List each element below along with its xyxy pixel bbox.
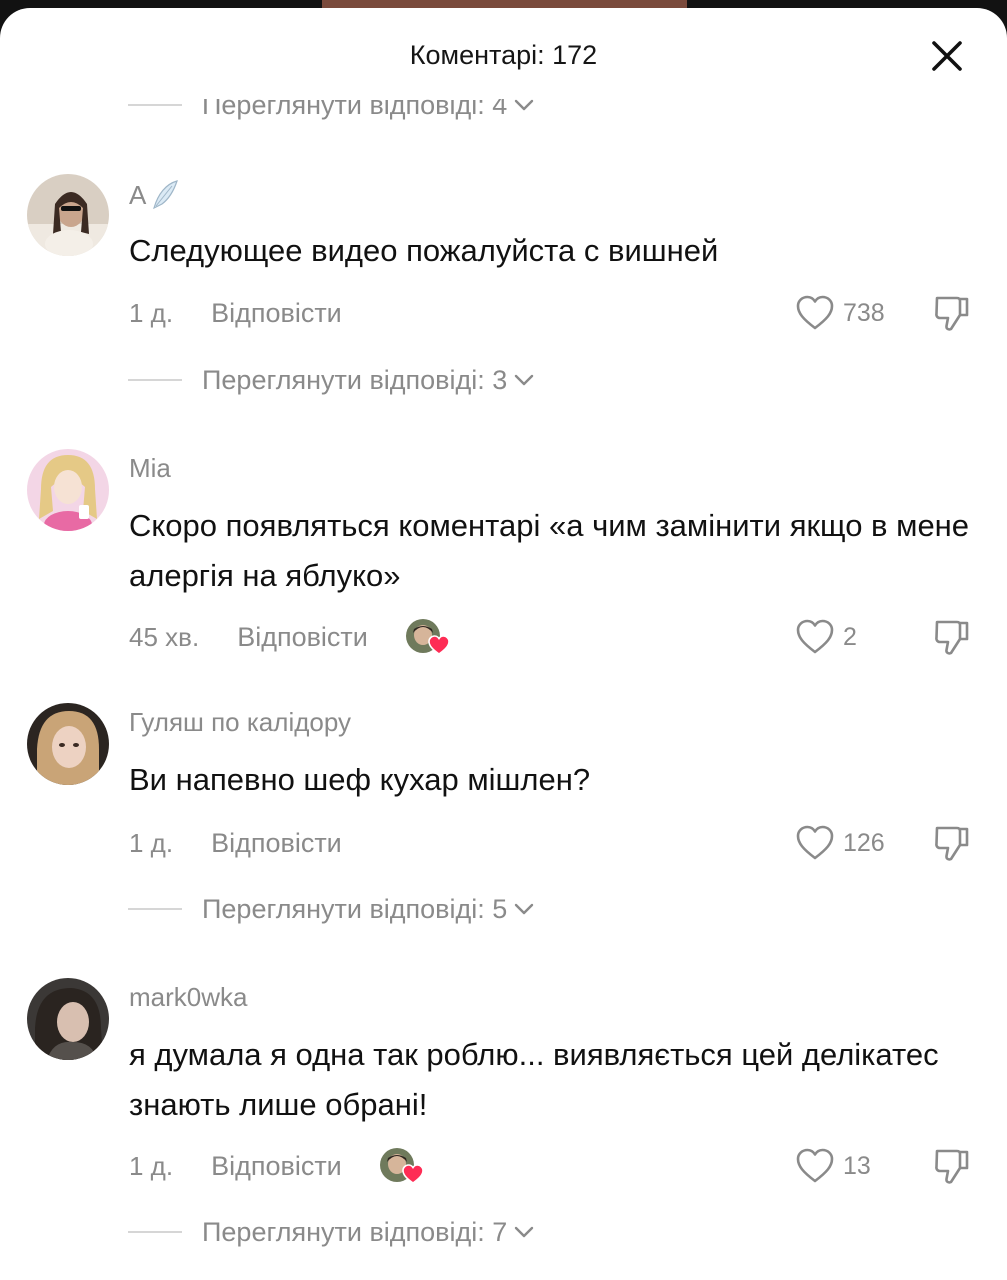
close-icon xyxy=(932,41,962,71)
dislike-button[interactable] xyxy=(931,1145,973,1187)
comment-username[interactable]: А xyxy=(129,178,180,212)
thumbs-down-icon xyxy=(935,1149,969,1184)
comment-time: 45 хв. xyxy=(129,621,200,652)
replies-divider xyxy=(128,379,182,381)
reply-button[interactable]: Відповісти xyxy=(237,622,368,653)
heart-outline-icon xyxy=(796,825,834,860)
chevron-down-icon xyxy=(515,903,534,915)
creator-liked-badge xyxy=(379,1146,424,1186)
dislike-button[interactable] xyxy=(931,616,973,658)
comments-sheet: Коментарі: 172 Переглянути відповіді: 4 xyxy=(0,8,1007,1280)
heart-outline-icon xyxy=(796,295,834,330)
chevron-down-icon xyxy=(515,99,534,111)
comment-username[interactable]: Гуляш по калідору xyxy=(129,707,351,738)
like-count: 13 xyxy=(843,1151,871,1180)
comment-meta: 1 д. Відповісти xyxy=(129,823,342,863)
chevron-down-icon xyxy=(515,1226,534,1238)
avatar[interactable] xyxy=(27,174,109,256)
like-button[interactable]: 13 xyxy=(795,1146,871,1186)
reply-button[interactable]: Відповісти xyxy=(211,1151,342,1182)
view-replies-label: Переглянути відповіді: 3 xyxy=(202,364,508,395)
comment-meta: 1 д. Відповісти xyxy=(129,1146,424,1186)
like-count: 2 xyxy=(843,622,857,651)
like-button[interactable]: 738 xyxy=(795,293,885,333)
dislike-button[interactable] xyxy=(931,822,973,864)
comment-text: Скоро появляться коментарі «а чим заміни… xyxy=(129,508,970,593)
comment-text: Следующее видео пожалуйста с вишней xyxy=(129,233,719,268)
replies-divider xyxy=(128,104,182,106)
avatar[interactable] xyxy=(27,449,109,531)
comment-time: 1 д. xyxy=(129,827,174,858)
dislike-button[interactable] xyxy=(931,292,973,334)
view-replies-button[interactable]: Переглянути відповіді: 7 xyxy=(128,1214,535,1250)
view-replies-button[interactable]: Переглянути відповіді: 3 xyxy=(128,362,535,398)
heart-outline-icon xyxy=(796,1148,834,1183)
comments-header: Коментарі: 172 xyxy=(0,8,1007,98)
view-replies-label: Переглянути відповіді: 5 xyxy=(202,893,508,924)
close-button[interactable] xyxy=(925,34,969,78)
view-replies-button[interactable]: Переглянути відповіді: 5 xyxy=(128,891,535,927)
comment-meta: 45 хв. Відповісти xyxy=(129,617,450,657)
like-button[interactable]: 126 xyxy=(795,823,885,863)
avatar[interactable] xyxy=(27,978,109,1060)
replies-divider xyxy=(128,908,182,910)
creator-liked-heart-icon xyxy=(401,1164,424,1184)
view-replies-label: Переглянути відповіді: 7 xyxy=(202,1216,508,1247)
comment-meta: 1 д. Відповісти xyxy=(129,293,342,333)
avatar[interactable] xyxy=(27,703,109,785)
comment-time: 1 д. xyxy=(129,297,174,328)
like-button[interactable]: 2 xyxy=(795,617,857,657)
like-count: 126 xyxy=(843,828,885,857)
comment-username[interactable]: mark0wka xyxy=(129,982,247,1013)
comment-text: Ви напевно шеф кухар мішлен? xyxy=(129,762,591,797)
reply-button[interactable]: Відповісти xyxy=(211,298,342,329)
replies-divider xyxy=(128,1231,182,1233)
thumbs-down-icon xyxy=(935,826,969,861)
comment-time: 1 д. xyxy=(129,1150,174,1181)
comment-text: я думала я одна так роблю... виявляється… xyxy=(129,1037,939,1122)
like-count: 738 xyxy=(843,298,885,327)
comment-username[interactable]: Mia xyxy=(129,453,171,484)
chevron-down-icon xyxy=(515,374,534,386)
creator-liked-heart-icon xyxy=(428,635,450,655)
comments-count-title: Коментарі: 172 xyxy=(409,40,598,70)
wing-icon xyxy=(153,180,179,210)
heart-outline-icon xyxy=(796,619,834,654)
thumbs-down-icon xyxy=(935,620,969,655)
reply-button[interactable]: Відповісти xyxy=(211,828,342,859)
thumbs-down-icon xyxy=(935,296,969,331)
creator-liked-badge xyxy=(405,617,450,657)
